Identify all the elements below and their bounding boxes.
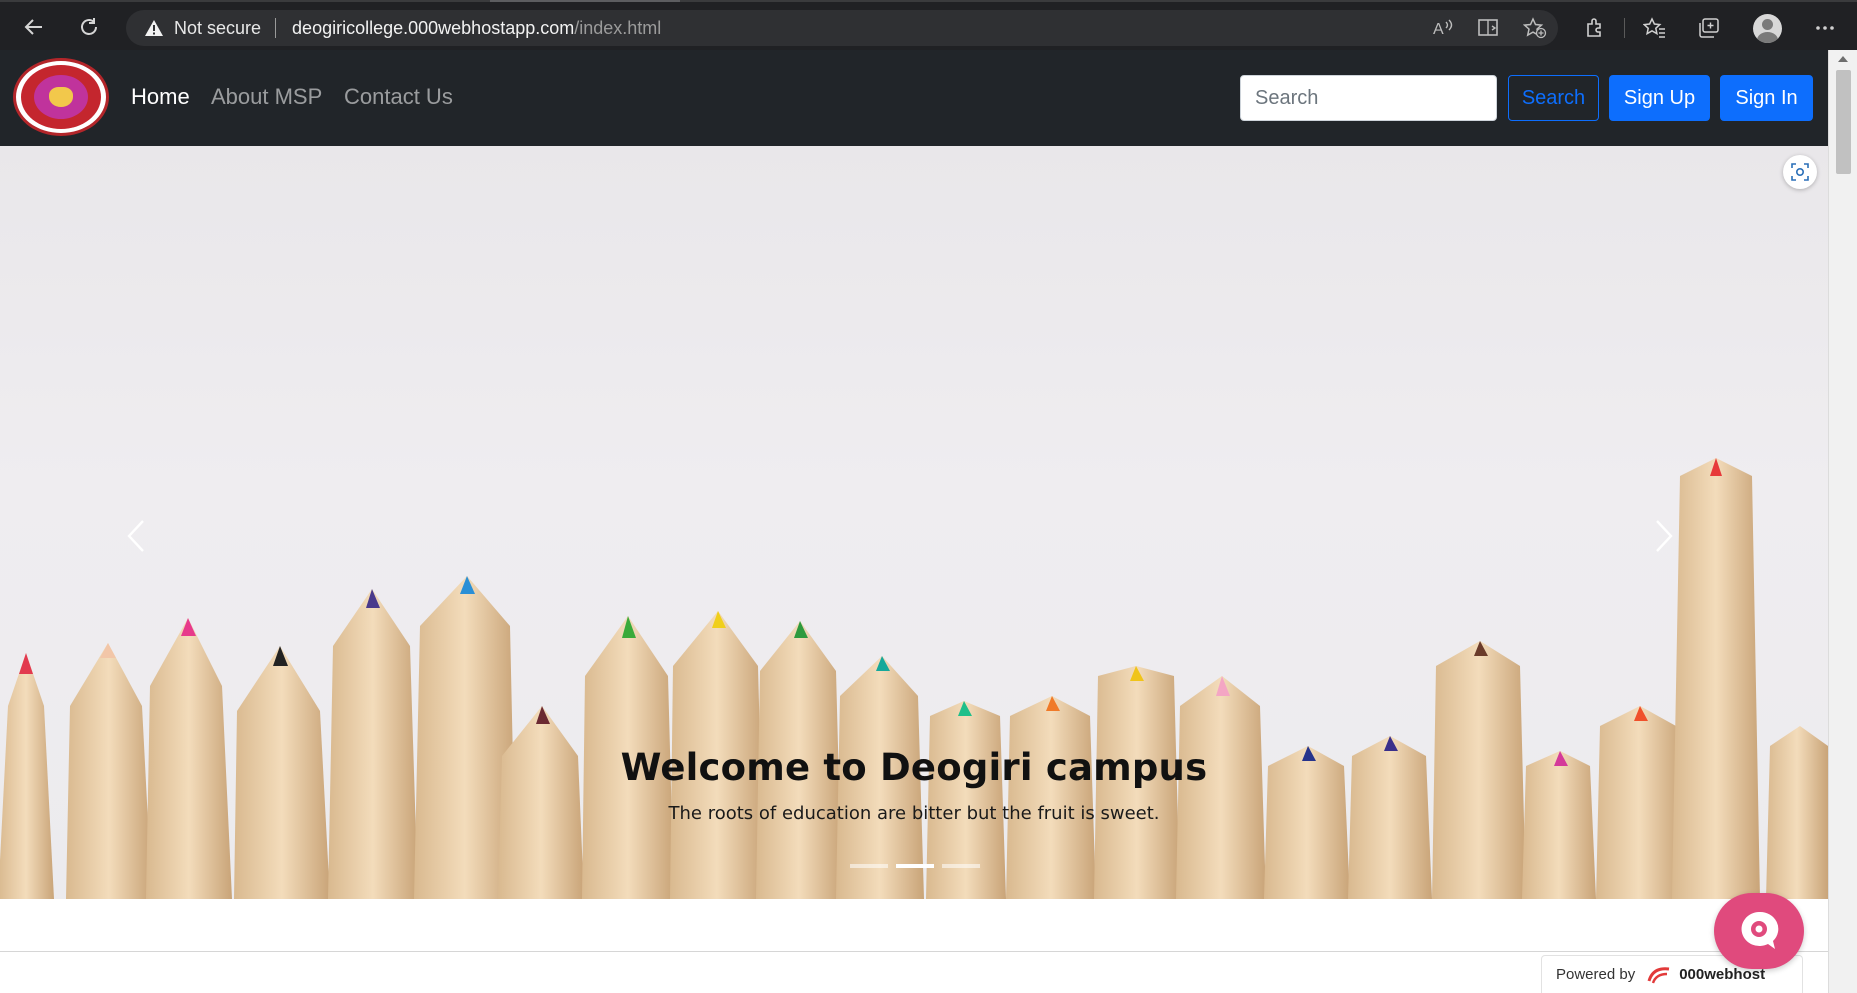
browser-toolbar: Not secure deogiricollege.000webhostapp.…: [0, 0, 1857, 50]
url-host: deogiricollege.000webhostapp.com: [292, 17, 575, 38]
scroll-up-icon[interactable]: [1838, 56, 1848, 62]
webhost-logo-icon: [1645, 965, 1673, 985]
site-navbar: Home About MSP Contact Us Search Sign Up…: [0, 50, 1828, 146]
page-scrollbar[interactable]: [1828, 50, 1857, 993]
carousel-next-icon[interactable]: [1634, 506, 1694, 566]
carousel-caption: Welcome to Deogiri campus The roots of e…: [0, 746, 1828, 824]
read-aloud-icon[interactable]: A: [1420, 10, 1466, 46]
profile-avatar[interactable]: [1753, 14, 1782, 43]
active-tab-indicator: [490, 0, 680, 2]
sign-up-button[interactable]: Sign Up: [1609, 75, 1710, 121]
toolbar-divider: [1624, 18, 1625, 38]
extensions-icon[interactable]: [1575, 11, 1615, 45]
college-logo[interactable]: [13, 58, 109, 136]
scrollbar-thumb[interactable]: [1836, 70, 1851, 174]
visual-search-icon[interactable]: [1783, 155, 1817, 189]
svg-text:A: A: [1433, 21, 1444, 38]
nav-home[interactable]: Home: [131, 84, 190, 110]
chat-icon: [1741, 911, 1779, 949]
carousel-subtitle: The roots of education are bitter but th…: [668, 803, 1160, 824]
carousel-indicator-1[interactable]: [850, 864, 888, 868]
favorites-icon[interactable]: [1635, 11, 1675, 45]
collections-icon[interactable]: [1689, 11, 1729, 45]
more-options-icon[interactable]: [1805, 11, 1845, 45]
immersive-reader-icon[interactable]: [1466, 10, 1512, 46]
security-label[interactable]: Not secure: [174, 18, 261, 39]
page-viewport: Home About MSP Contact Us Search Sign Up…: [0, 50, 1828, 993]
back-icon[interactable]: [17, 11, 51, 43]
carousel-title: Welcome to Deogiri campus: [620, 746, 1208, 789]
carousel-indicator-3[interactable]: [942, 864, 980, 868]
nav-contact-us[interactable]: Contact Us: [344, 84, 453, 110]
sign-in-button[interactable]: Sign In: [1720, 75, 1813, 121]
add-favorite-icon[interactable]: [1512, 10, 1558, 46]
url-path: /index.html: [574, 17, 662, 38]
carousel-prev-icon[interactable]: [106, 506, 166, 566]
carousel-indicators: [850, 864, 980, 868]
carousel-indicator-2[interactable]: [896, 864, 934, 868]
hero-carousel: Welcome to Deogiri campus The roots of e…: [0, 146, 1828, 899]
search-button[interactable]: Search: [1508, 75, 1599, 121]
nav-about-msp[interactable]: About MSP: [211, 84, 322, 110]
warning-icon: [144, 18, 164, 38]
footer-divider: [0, 951, 1828, 952]
address-bar[interactable]: Not secure deogiricollege.000webhostapp.…: [126, 10, 1558, 46]
search-input[interactable]: [1240, 75, 1497, 121]
powered-by-label: Powered by: [1556, 966, 1636, 983]
chat-support-button[interactable]: [1714, 893, 1804, 969]
reload-icon[interactable]: [72, 11, 106, 43]
address-divider: [275, 18, 277, 38]
